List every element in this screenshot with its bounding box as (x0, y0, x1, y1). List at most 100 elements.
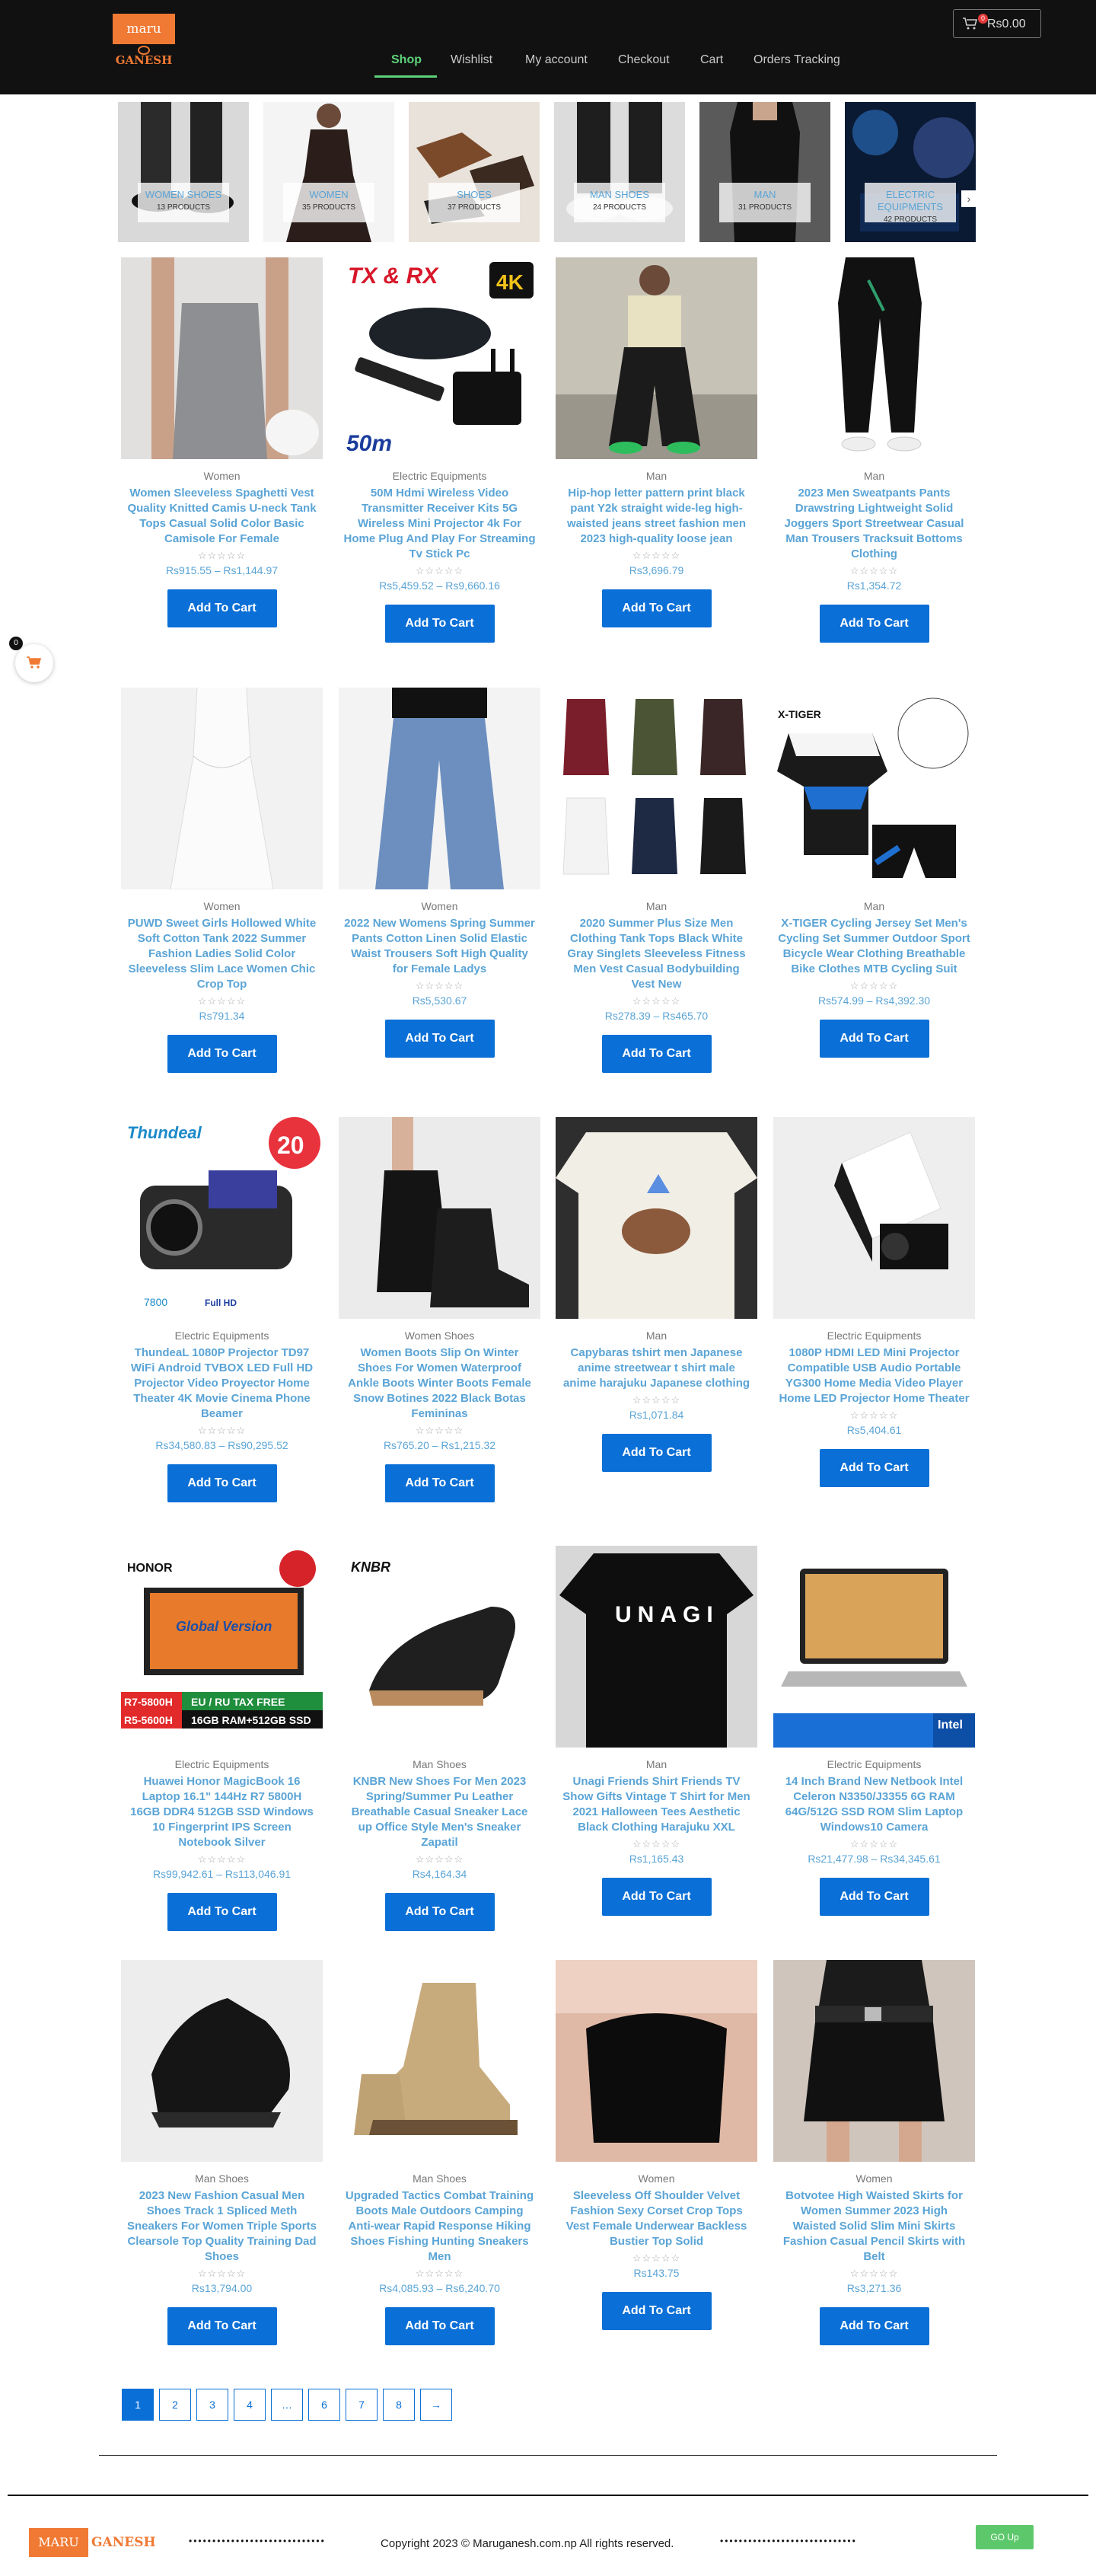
product-category[interactable]: Women (773, 2172, 975, 2185)
add-to-cart-button[interactable]: Add To Cart (601, 589, 712, 627)
product-title[interactable]: 2023 Men Sweatpants Pants Drawstring Lig… (773, 486, 975, 562)
add-to-cart-button[interactable]: Add To Cart (601, 1035, 712, 1073)
category-card-shoes[interactable]: SHOES 37 PRODUCTS (409, 102, 540, 242)
product-image[interactable] (773, 1960, 975, 2162)
site-logo[interactable]: maru GANESH (113, 14, 175, 85)
add-to-cart-button[interactable]: Add To Cart (384, 1020, 495, 1058)
product-title[interactable]: Unagi Friends Shirt Friends TV Show Gift… (556, 1774, 757, 1835)
category-card-man-shoes[interactable]: MAN SHOES 24 PRODUCTS (554, 102, 685, 242)
product-image[interactable] (556, 1960, 757, 2162)
page-4-link[interactable]: 4 (234, 2389, 266, 2421)
page-7-link[interactable]: 7 (346, 2389, 378, 2421)
add-to-cart-button[interactable]: Add To Cart (601, 1434, 712, 1472)
product-category[interactable]: Electric Equipments (121, 1757, 323, 1771)
add-to-cart-button[interactable]: Add To Cart (819, 1449, 929, 1487)
nav-cart[interactable]: Cart (700, 53, 723, 67)
footer-logo[interactable]: MARU GANESH (29, 2528, 156, 2557)
product-image[interactable] (339, 688, 540, 889)
product-title[interactable]: Women Sleeveless Spaghetti Vest Quality … (121, 486, 323, 547)
product-image[interactable] (556, 688, 757, 889)
page-3-link[interactable]: 3 (196, 2389, 228, 2421)
add-to-cart-button[interactable]: Add To Cart (167, 2307, 277, 2345)
nav-wishlist[interactable]: Wishlist (451, 53, 492, 67)
product-title[interactable]: Women Boots Slip On Winter Shoes For Wom… (339, 1345, 540, 1422)
product-category[interactable]: Electric Equipments (121, 1329, 323, 1342)
product-image[interactable] (773, 257, 975, 459)
add-to-cart-button[interactable]: Add To Cart (167, 1035, 277, 1073)
product-category[interactable]: Man (556, 1757, 757, 1771)
product-title[interactable]: Sleeveless Off Shoulder Velvet Fashion S… (556, 2188, 757, 2249)
floating-cart-button[interactable] (15, 644, 53, 682)
product-title[interactable]: Huawei Honor MagicBook 16 Laptop 16.1" 1… (121, 1774, 323, 1850)
product-image[interactable] (556, 1117, 757, 1319)
product-image[interactable] (339, 1117, 540, 1319)
header-cart-button[interactable]: 0 Rs0.00 (953, 9, 1041, 38)
next-page-arrow-icon[interactable]: → (420, 2389, 452, 2421)
go-up-button[interactable]: GO Up (976, 2525, 1034, 2549)
product-category[interactable]: Electric Equipments (773, 1757, 975, 1771)
page-6-link[interactable]: 6 (308, 2389, 340, 2421)
product-category[interactable]: Women (556, 2172, 757, 2185)
category-card-man[interactable]: MAN 31 PRODUCTS (699, 102, 830, 242)
product-category[interactable]: Man Shoes (339, 2172, 540, 2185)
product-title[interactable]: 14 Inch Brand New Netbook Intel Celeron … (773, 1774, 975, 1835)
product-category[interactable]: Electric Equipments (773, 1329, 975, 1342)
category-card-electric-equipments[interactable]: ELECTRIC EQUIPMENTS 42 PRODUCTS (845, 102, 976, 242)
product-category[interactable]: Man (556, 1329, 757, 1342)
product-image[interactable]: HONOR Global Version R7-5800H R5-5600H EU / … (121, 1546, 323, 1748)
product-image[interactable]: TX & RX 4K 50m (339, 257, 540, 459)
carousel-next-arrow-icon[interactable]: › (961, 190, 977, 207)
product-category[interactable]: Electric Equipments (339, 469, 540, 483)
product-image[interactable]: UNAGI (556, 1546, 757, 1748)
product-title[interactable]: X-TIGER Cycling Jersey Set Men's Cycling… (773, 916, 975, 977)
product-category[interactable]: Women (121, 899, 323, 913)
product-title[interactable]: PUWD Sweet Girls Hollowed White Soft Cot… (121, 916, 323, 992)
nav-orders-tracking[interactable]: Orders Tracking (754, 53, 840, 67)
product-title[interactable]: 2023 New Fashion Casual Men Shoes Track … (121, 2188, 323, 2265)
product-title[interactable]: 1080P HDMI LED Mini Projector Compatible… (773, 1345, 975, 1406)
product-image[interactable] (339, 1960, 540, 2162)
add-to-cart-button[interactable]: Add To Cart (384, 1464, 495, 1502)
product-title[interactable]: 2020 Summer Plus Size Men Clothing Tank … (556, 916, 757, 992)
product-image[interactable] (121, 688, 323, 889)
product-title[interactable]: Botvotee High Waisted Skirts for Women S… (773, 2188, 975, 2265)
add-to-cart-button[interactable]: Add To Cart (384, 605, 495, 643)
add-to-cart-button[interactable]: Add To Cart (167, 1893, 277, 1931)
add-to-cart-button[interactable]: Add To Cart (167, 589, 277, 627)
product-image[interactable]: X-TIGER (773, 688, 975, 889)
product-title[interactable]: ThundeaL 1080P Projector TD97 WiFi Andro… (121, 1345, 323, 1422)
page-2-link[interactable]: 2 (159, 2389, 191, 2421)
product-title[interactable]: 2022 New Womens Spring Summer Pants Cott… (339, 916, 540, 977)
product-image[interactable] (773, 1117, 975, 1319)
product-title[interactable]: Capybaras tshirt men Japanese anime stre… (556, 1345, 757, 1391)
add-to-cart-button[interactable]: Add To Cart (819, 605, 929, 643)
product-title[interactable]: KNBR New Shoes For Men 2023 Spring/Summe… (339, 1774, 540, 1850)
product-category[interactable]: Man (773, 899, 975, 913)
product-category[interactable]: Women (339, 899, 540, 913)
add-to-cart-button[interactable]: Add To Cart (601, 2292, 712, 2330)
product-category[interactable]: Man (556, 469, 757, 483)
product-image[interactable]: KNBR (339, 1546, 540, 1748)
add-to-cart-button[interactable]: Add To Cart (819, 2307, 929, 2345)
product-image[interactable]: Intel (773, 1546, 975, 1748)
product-category[interactable]: Man (773, 469, 975, 483)
product-image[interactable] (556, 257, 757, 459)
product-category[interactable]: Women Shoes (339, 1329, 540, 1342)
add-to-cart-button[interactable]: Add To Cart (384, 2307, 495, 2345)
add-to-cart-button[interactable]: Add To Cart (384, 1893, 495, 1931)
product-category[interactable]: Man Shoes (339, 1757, 540, 1771)
product-title[interactable]: Hip-hop letter pattern print black pant … (556, 486, 757, 547)
product-category[interactable]: Man (556, 899, 757, 913)
product-category[interactable]: Man Shoes (121, 2172, 323, 2185)
product-image[interactable] (121, 257, 323, 459)
nav-shop[interactable]: Shop (391, 53, 422, 67)
add-to-cart-button[interactable]: Add To Cart (819, 1020, 929, 1058)
nav-my-account[interactable]: My account (525, 53, 588, 67)
product-image[interactable] (121, 1960, 323, 2162)
product-category[interactable]: Women (121, 469, 323, 483)
nav-checkout[interactable]: Checkout (618, 53, 670, 67)
add-to-cart-button[interactable]: Add To Cart (167, 1464, 277, 1502)
add-to-cart-button[interactable]: Add To Cart (601, 1878, 712, 1916)
product-image[interactable]: Thundeal 20 7800 Full HD (121, 1117, 323, 1319)
page-8-link[interactable]: 8 (383, 2389, 415, 2421)
